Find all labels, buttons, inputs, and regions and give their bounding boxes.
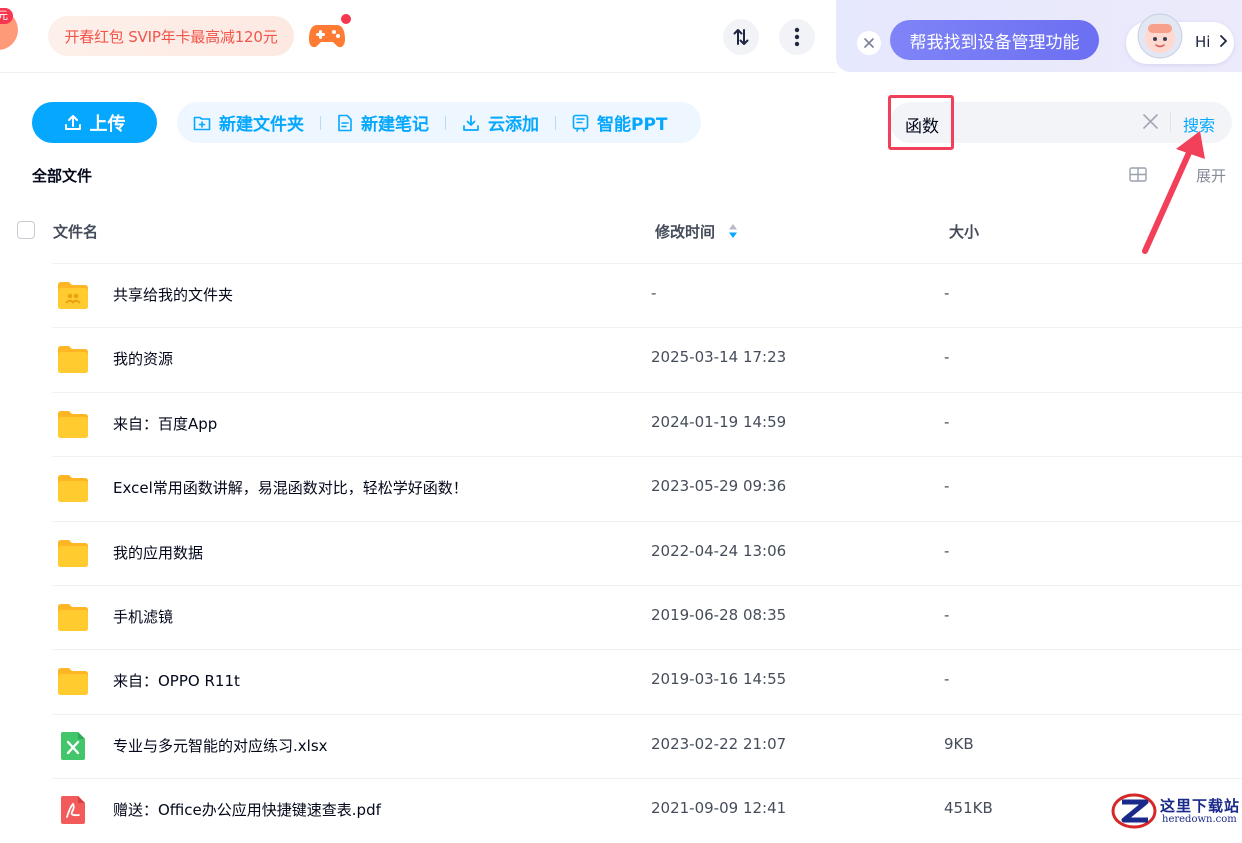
column-header-modified[interactable]: 修改时间 bbox=[655, 221, 715, 242]
folder-icon bbox=[57, 538, 89, 568]
file-size: - bbox=[944, 413, 950, 431]
file-size: 451KB bbox=[944, 799, 993, 817]
table-row[interactable]: 手机滤镜 2019-06-28 08:35 - bbox=[52, 585, 1242, 650]
file-modified-time: 2024-01-19 14:59 bbox=[651, 413, 787, 431]
folder-icon bbox=[57, 473, 89, 503]
file-size: 9KB bbox=[944, 735, 974, 753]
file-modified-time: 2023-02-22 21:07 bbox=[651, 735, 787, 753]
file-size: - bbox=[944, 477, 950, 495]
file-size: - bbox=[944, 348, 950, 366]
table-row[interactable]: 我的应用数据 2022-04-24 13:06 - bbox=[52, 521, 1242, 586]
folder-icon bbox=[57, 666, 89, 696]
action-bar: 新建文件夹 新建笔记 云添加 智能PPT bbox=[177, 102, 701, 143]
cloud-add-button[interactable]: 云添加 bbox=[462, 110, 539, 135]
new-note-button[interactable]: 新建笔记 bbox=[337, 110, 429, 135]
grid-view-icon bbox=[1129, 167, 1147, 182]
file-size: - bbox=[944, 606, 950, 624]
smart-ppt-icon bbox=[572, 114, 589, 132]
watermark-text-en: heredown.com bbox=[1162, 814, 1237, 825]
file-name[interactable]: 我的应用数据 bbox=[113, 542, 203, 563]
table-row[interactable]: 专业与多元智能的对应练习.xlsx 2023-02-22 21:07 9KB bbox=[52, 714, 1242, 779]
smart-ppt-button[interactable]: 智能PPT bbox=[572, 110, 668, 135]
assistant-close-button[interactable] bbox=[857, 31, 881, 55]
file-size: - bbox=[944, 542, 950, 560]
top-bar-divider bbox=[0, 72, 836, 73]
folder-icon bbox=[57, 344, 89, 374]
file-modified-time: - bbox=[651, 284, 657, 302]
file-modified-time: 2019-06-28 08:35 bbox=[651, 606, 787, 624]
file-size: - bbox=[944, 284, 950, 302]
file-modified-time: 2021-09-09 12:41 bbox=[651, 799, 787, 817]
table-row[interactable]: Excel常用函数讲解，易混函数对比，轻松学好函数！ 2023-05-29 09:… bbox=[52, 456, 1242, 521]
upload-label: 上传 bbox=[89, 113, 126, 135]
file-name[interactable]: 来自：百度App bbox=[113, 413, 217, 434]
excel-file-icon bbox=[60, 731, 86, 761]
expand-button[interactable]: 展开 bbox=[1196, 165, 1226, 186]
select-all-checkbox[interactable] bbox=[17, 221, 35, 239]
upload-button[interactable]: 上传 bbox=[32, 102, 157, 143]
note-add-icon bbox=[338, 114, 352, 131]
search-highlight-box bbox=[888, 95, 954, 150]
file-modified-time: 2023-05-29 09:36 bbox=[651, 477, 787, 495]
folder-icon bbox=[57, 602, 89, 632]
action-divider bbox=[320, 115, 321, 130]
file-modified-time: 2025-03-14 17:23 bbox=[651, 348, 787, 366]
file-name[interactable]: 专业与多元智能的对应练习.xlsx bbox=[113, 735, 328, 756]
file-name[interactable]: 共享给我的文件夹 bbox=[113, 284, 233, 305]
action-divider bbox=[555, 115, 556, 130]
sort-icon[interactable] bbox=[728, 223, 738, 239]
new-folder-label: 新建文件夹 bbox=[219, 115, 304, 135]
cloud-download-icon bbox=[463, 114, 479, 131]
file-size: - bbox=[944, 670, 950, 688]
game-center-icon[interactable] bbox=[308, 22, 346, 50]
transfer-list-button[interactable] bbox=[723, 19, 759, 55]
folder-add-icon bbox=[193, 116, 211, 130]
file-modified-time: 2019-03-16 14:55 bbox=[651, 670, 787, 688]
red-arrow-icon bbox=[1140, 128, 1206, 254]
table-row[interactable]: 来自：百度App 2024-01-19 14:59 - bbox=[52, 392, 1242, 457]
breadcrumb[interactable]: 全部文件 bbox=[32, 165, 92, 186]
more-menu-button[interactable] bbox=[779, 19, 815, 55]
assistant-suggestion-button[interactable]: 帮我找到设备管理功能 bbox=[890, 20, 1099, 60]
smart-ppt-label: 智能PPT bbox=[597, 115, 668, 135]
more-vertical-icon bbox=[794, 27, 800, 47]
promo-banner[interactable]: 开春红包 SVIP年卡最高减120元 bbox=[48, 16, 294, 56]
folder-icon bbox=[57, 409, 89, 439]
column-header-size[interactable]: 大小 bbox=[949, 221, 979, 242]
file-name[interactable]: 手机滤镜 bbox=[113, 606, 173, 627]
grid-view-toggle[interactable] bbox=[1129, 167, 1147, 182]
file-name[interactable]: 来自：OPPO R11t bbox=[113, 670, 240, 691]
pdf-file-icon bbox=[60, 795, 86, 825]
cloud-add-label: 云添加 bbox=[488, 115, 539, 135]
file-modified-time: 2022-04-24 13:06 bbox=[651, 542, 787, 560]
shared-folder-icon bbox=[57, 280, 89, 310]
file-name[interactable]: 赠送：Office办公应用快捷键速查表.pdf bbox=[113, 799, 381, 820]
assistant-greeting-label: Hi bbox=[1195, 33, 1228, 51]
watermark-logo-icon bbox=[1111, 793, 1157, 829]
watermark-text-cn: 这里下载站 bbox=[1160, 797, 1241, 815]
table-row[interactable]: 来自：OPPO R11t 2019-03-16 14:55 - bbox=[52, 649, 1242, 714]
notification-dot bbox=[340, 13, 352, 25]
new-folder-button[interactable]: 新建文件夹 bbox=[193, 110, 304, 135]
table-row[interactable]: 我的资源 2025-03-14 17:23 - bbox=[52, 327, 1242, 392]
file-name[interactable]: 我的资源 bbox=[113, 348, 173, 369]
new-note-label: 新建笔记 bbox=[361, 115, 429, 135]
table-row[interactable]: 赠送：Office办公应用快捷键速查表.pdf 2021-09-09 12:41 4… bbox=[52, 778, 1242, 843]
close-icon bbox=[864, 38, 874, 48]
column-header-name[interactable]: 文件名 bbox=[53, 221, 98, 242]
transfer-icon bbox=[733, 29, 749, 45]
assistant-avatar bbox=[1134, 12, 1186, 64]
action-divider bbox=[445, 115, 446, 130]
chevron-right-icon bbox=[1219, 33, 1228, 51]
file-name[interactable]: Excel常用函数讲解，易混函数对比，轻松学好函数！ bbox=[113, 477, 468, 498]
upload-icon bbox=[64, 114, 81, 130]
table-row[interactable]: 共享给我的文件夹 - - bbox=[52, 263, 1242, 328]
